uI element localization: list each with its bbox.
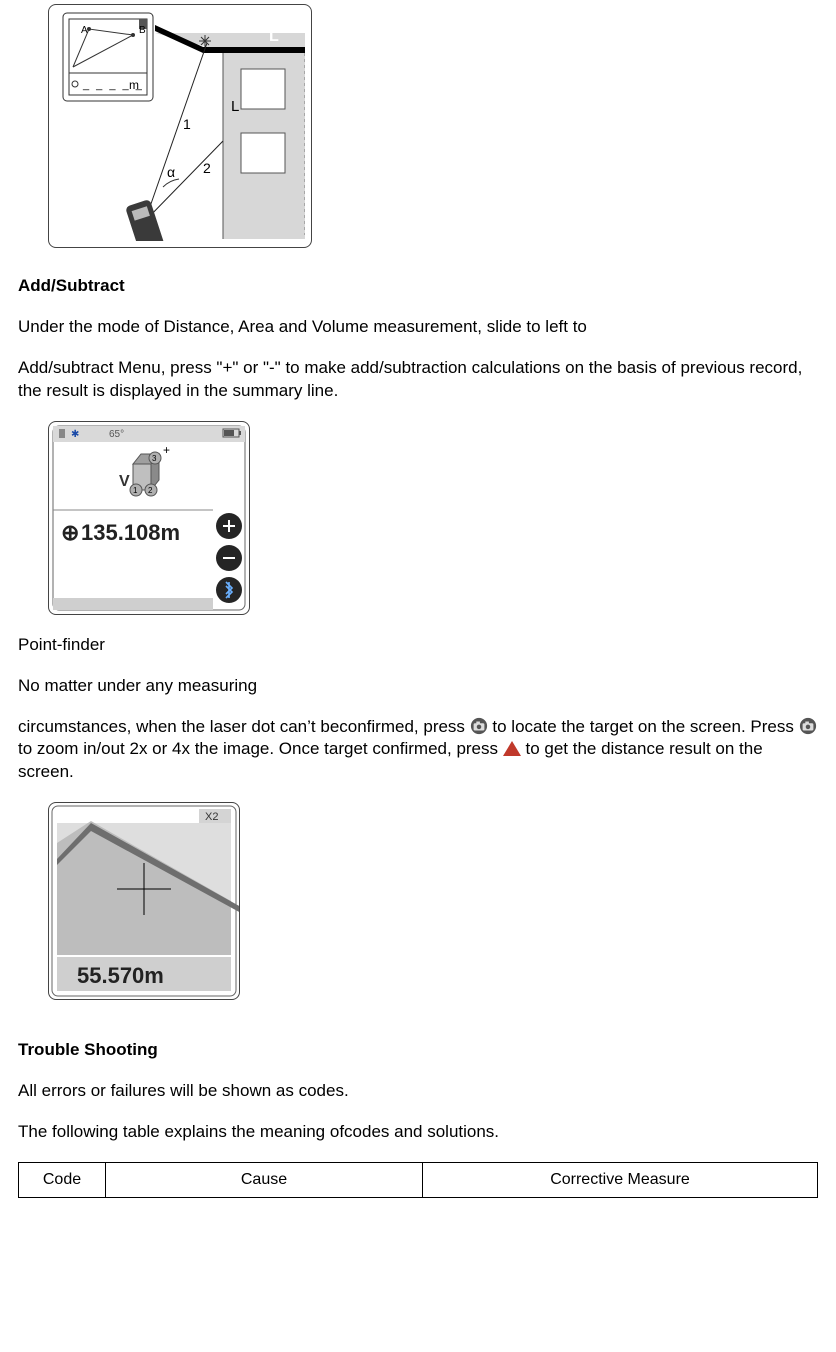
idx-2: 2 <box>148 486 153 495</box>
figure-trapezoid: A B _ _ _ _ _ m L <box>48 4 312 248</box>
mini-label-B: B <box>139 25 146 36</box>
point-finder-p2: circumstances, when the laser dot can’t … <box>18 716 818 785</box>
add-subtract-p2: Add/subtract Menu, press "+" or "-" to m… <box>18 357 818 403</box>
mini-unit-m: m <box>129 78 139 92</box>
th-code: Code <box>19 1163 106 1198</box>
table-header-row: Code Cause Corrective Measure <box>19 1163 818 1198</box>
pf-p2a: circumstances, when the laser dot can’t … <box>18 717 470 736</box>
error-table: Code Cause Corrective Measure <box>18 1162 818 1198</box>
label-L2: L <box>231 98 239 115</box>
label-alpha: α <box>167 164 175 180</box>
bluetooth-button[interactable] <box>216 577 242 603</box>
point-finder-heading: Point-finder <box>18 634 818 657</box>
plus-button[interactable] <box>216 513 242 539</box>
idx-1: 1 <box>133 486 138 495</box>
camera-icon <box>470 717 488 735</box>
minus-button[interactable] <box>216 545 242 571</box>
status-degrees: 65° <box>109 429 124 440</box>
readout-bullet: ⊕ <box>61 520 79 545</box>
plus-sup: + <box>163 443 170 457</box>
svg-text:✱: ✱ <box>71 429 79 440</box>
trouble-p1: All errors or failures will be shown as … <box>18 1080 818 1103</box>
heading-add-subtract: Add/Subtract <box>18 275 818 298</box>
th-cause: Cause <box>106 1163 423 1198</box>
measure-trigger-icon <box>503 741 521 756</box>
label-2: 2 <box>203 160 211 176</box>
pf-p2c: to zoom in/out 2x or 4x the image. Once … <box>18 739 503 758</box>
label-L: L <box>269 28 279 45</box>
figure-point-finder: X2 55.570m <box>48 802 240 1000</box>
point-finder-p1: No matter under any measuring <box>18 675 818 698</box>
th-measure: Corrective Measure <box>423 1163 818 1198</box>
zoom-label: X2 <box>205 811 218 823</box>
idx-3: 3 <box>152 454 157 463</box>
figure-add-subtract-screen: ✱ 65° V 1 2 3 + ⊕ 135.108m <box>48 421 250 615</box>
trouble-p2: The following table explains the meaning… <box>18 1121 818 1144</box>
pf-readout: 55.570m <box>77 963 164 988</box>
v-label: V <box>119 473 130 490</box>
add-subtract-p1: Under the mode of Distance, Area and Vol… <box>18 316 818 339</box>
pf-p2b: to locate the target on the screen. Pres… <box>492 717 798 736</box>
mini-label-A: A <box>81 25 88 36</box>
camera-icon-2 <box>799 717 817 735</box>
label-1: 1 <box>183 116 191 132</box>
readout-value: 135.108m <box>81 520 180 545</box>
heading-trouble-shooting: Trouble Shooting <box>18 1039 818 1062</box>
